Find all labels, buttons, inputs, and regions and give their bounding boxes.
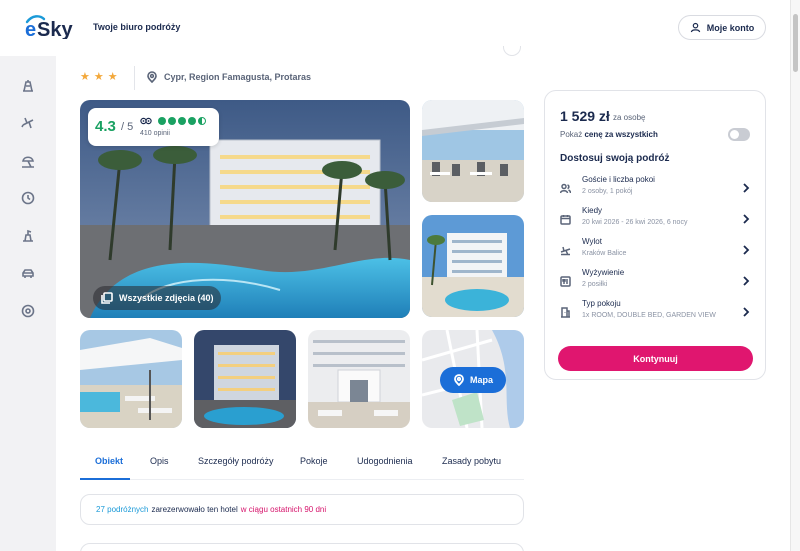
chevron-right-icon xyxy=(742,273,750,286)
esky-logo[interactable]: e Sky xyxy=(24,13,82,44)
hotel-photo-terrace[interactable] xyxy=(422,100,524,202)
option-value: 1x ROOM, DOUBLE BED, GARDEN VIEW xyxy=(582,312,716,319)
option-value: 2 posiłki xyxy=(582,281,608,288)
tab-zasady-pobytu[interactable]: Zasady pobytu xyxy=(442,456,501,466)
continue-button[interactable]: Kontynuuj xyxy=(558,346,753,371)
bubble-icon xyxy=(178,117,186,125)
guests-icon xyxy=(559,181,572,194)
price: 1 529 zł xyxy=(560,108,610,124)
all-photos-label: Wszystkie zdjęcia (40) xyxy=(119,293,214,303)
tagline: Twoje biuro podróży xyxy=(93,22,181,32)
calendar-icon xyxy=(560,212,571,225)
option-meals[interactable]: Wyżywienie 2 posiłki xyxy=(560,268,752,294)
booking-panel: 1 529 zł za osobę Pokaż cenę za wszystki… xyxy=(544,90,766,380)
chevron-right-icon xyxy=(742,180,750,193)
option-value: Kraków Balice xyxy=(582,250,627,257)
option-title: Goście i liczba pokoi xyxy=(582,175,655,184)
option-title: Typ pokoju xyxy=(582,299,621,308)
show-total-prefix: Pokaż xyxy=(560,130,583,139)
tab-opis[interactable]: Opis xyxy=(150,456,169,466)
my-account-label: Moje konto xyxy=(706,22,755,33)
plane-icon xyxy=(560,243,571,256)
map-button[interactable]: Mapa xyxy=(440,367,506,393)
star-icon: ★ xyxy=(107,71,118,83)
other-icon[interactable] xyxy=(18,301,38,321)
option-value: 2 osoby, 1 pokój xyxy=(582,188,633,195)
svg-text:Sky: Sky xyxy=(37,19,73,39)
svg-text:e: e xyxy=(25,19,36,39)
scrollbar-thumb[interactable] xyxy=(793,14,798,72)
divider xyxy=(134,66,135,90)
option-title: Wylot xyxy=(582,237,602,246)
chevron-right-icon xyxy=(742,304,750,317)
map-label: Mapa xyxy=(469,375,493,385)
booked-period: w ciągu ostatnich 90 dni xyxy=(240,505,327,514)
hotel-location: Cypr, Region Famagusta, Protaras xyxy=(146,71,311,83)
location-text: Cypr, Region Famagusta, Protaras xyxy=(164,72,312,82)
show-total-bold: cenę za wszystkich xyxy=(584,130,658,139)
tab-szczegoly-podrozy[interactable]: Szczegóły podróży xyxy=(198,456,274,466)
hotel-photo-entrance[interactable] xyxy=(308,330,410,428)
customize-trip-title: Dostosuj swoją podróż xyxy=(560,153,670,164)
show-total-price-label: Pokaż cenę za wszystkich xyxy=(560,130,658,139)
chevron-right-icon xyxy=(742,242,750,255)
next-section-card xyxy=(80,543,524,551)
booked-count: 27 podróżnych xyxy=(96,505,149,514)
page-scrollbar[interactable] xyxy=(790,0,800,551)
half-bubble-icon xyxy=(198,117,206,125)
user-icon xyxy=(690,22,700,33)
option-guests[interactable]: Goście i liczba pokoi 2 osoby, 1 pokój xyxy=(559,175,752,201)
rating-score: 4.3 xyxy=(95,118,116,135)
tab-udogodnienia[interactable]: Udogodnienia xyxy=(357,456,413,466)
tab-obiekt[interactable]: Obiekt xyxy=(95,456,123,466)
bubble-icon xyxy=(158,117,166,125)
rating-card: 4.3 / 5 410 opinii xyxy=(88,108,219,146)
active-tab-indicator xyxy=(80,478,130,480)
location-pin-icon xyxy=(454,374,464,386)
hotel-icon[interactable] xyxy=(18,76,38,96)
meal-icon xyxy=(560,274,571,287)
price-per-person: za osobę xyxy=(613,113,646,122)
side-navigation xyxy=(0,56,56,551)
booked-middle-text: zarezerwowało ten hotel xyxy=(151,505,238,514)
option-title: Wyżywienie xyxy=(582,268,625,277)
rating-max: / 5 xyxy=(121,121,134,133)
my-account-button[interactable]: Moje konto xyxy=(678,15,766,40)
tripadvisor-bubbles xyxy=(158,117,206,125)
bubble-icon xyxy=(168,117,176,125)
review-count: 410 opinii xyxy=(140,130,170,137)
hotel-photo-loungers[interactable] xyxy=(80,330,182,428)
option-dates[interactable]: Kiedy 20 kwi 2026 - 26 kwi 2026, 6 nocy xyxy=(560,206,752,232)
option-room-type[interactable]: Typ pokoju 1x ROOM, DOUBLE BED, GARDEN V… xyxy=(560,299,752,325)
last-minute-icon[interactable] xyxy=(18,188,38,208)
hotel-photo-pool[interactable] xyxy=(422,215,524,317)
detail-tabs: Obiekt Opis Szczegóły podróży Pokoje Udo… xyxy=(80,450,524,480)
hotel-stars: ★ ★ ★ xyxy=(80,70,118,83)
tab-pokoje[interactable]: Pokoje xyxy=(300,456,328,466)
tripadvisor-icon xyxy=(140,117,152,125)
beach-icon[interactable] xyxy=(18,151,38,171)
flight-icon[interactable] xyxy=(18,113,38,133)
total-price-toggle[interactable] xyxy=(728,128,750,141)
toggle-knob xyxy=(730,130,739,139)
option-value: 20 kwi 2026 - 26 kwi 2026, 6 nocy xyxy=(582,219,688,226)
star-icon: ★ xyxy=(93,71,104,83)
tour-icon[interactable] xyxy=(18,226,38,246)
location-pin-icon xyxy=(147,71,157,83)
chevron-right-icon xyxy=(742,211,750,224)
recent-bookings-notice: 27 podróżnych zarezerwowało ten hotel w … xyxy=(80,494,524,525)
gallery-icon xyxy=(101,292,113,304)
star-icon: ★ xyxy=(80,71,90,83)
option-title: Kiedy xyxy=(582,206,603,215)
car-icon[interactable] xyxy=(18,263,38,283)
hotel-photo-night[interactable] xyxy=(194,330,296,428)
bubble-icon xyxy=(188,117,196,125)
top-header: e Sky Twoje biuro podróży Moje konto xyxy=(0,0,800,56)
room-icon xyxy=(560,305,571,318)
option-departure[interactable]: Wylot Kraków Balice xyxy=(560,237,752,263)
all-photos-button[interactable]: Wszystkie zdjęcia (40) xyxy=(93,286,221,310)
